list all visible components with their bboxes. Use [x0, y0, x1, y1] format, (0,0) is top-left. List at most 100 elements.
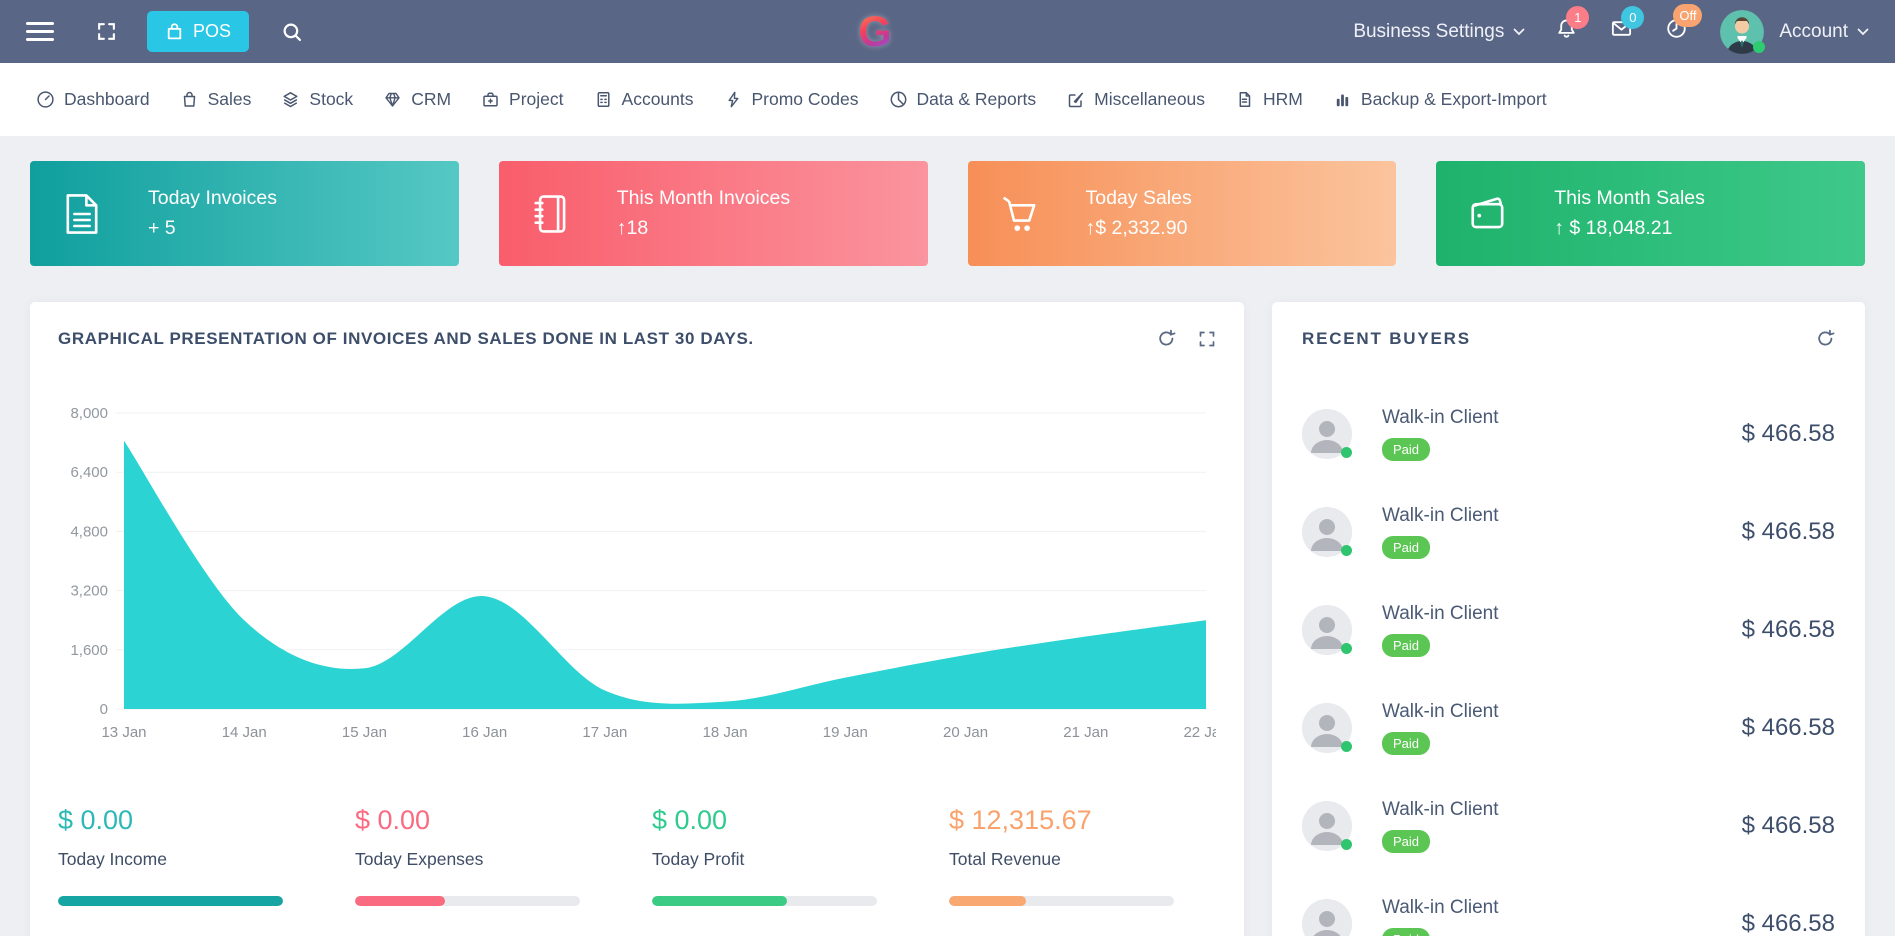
- menu-toggle-button[interactable]: [26, 22, 54, 41]
- progress-track: [355, 896, 580, 906]
- summary-today-expenses: $ 0.00 Today Expenses: [355, 805, 622, 906]
- account-menu[interactable]: Account: [1779, 21, 1869, 43]
- buyer-amount: $ 466.58: [1742, 616, 1835, 644]
- buyer-amount: $ 466.58: [1742, 714, 1835, 742]
- menu-item-accounts[interactable]: Accounts: [594, 89, 694, 110]
- business-settings-menu[interactable]: Business Settings: [1353, 21, 1525, 43]
- pie-chart-icon: [889, 90, 908, 109]
- refresh-icon: [1816, 329, 1835, 348]
- recent-buyers-title: RECENT BUYERS: [1302, 329, 1471, 349]
- buyer-amount: $ 466.58: [1742, 910, 1835, 936]
- layers-icon: [281, 90, 300, 109]
- buyer-name: Walk-in Client: [1382, 897, 1499, 919]
- app-logo[interactable]: G: [853, 8, 897, 56]
- menu-item-data-reports[interactable]: Data & Reports: [889, 89, 1037, 110]
- stat-cards-row: Today Invoices + 5 This Month Invoices ↑…: [30, 161, 1865, 266]
- menu-item-project[interactable]: Project: [481, 89, 563, 110]
- hamburger-icon: [26, 22, 54, 25]
- summary-value: $ 12,315.67: [949, 805, 1216, 836]
- stat-card-title: This Month Invoices: [617, 187, 790, 210]
- svg-text:8,000: 8,000: [70, 405, 108, 422]
- shopping-bag-icon: [165, 22, 184, 41]
- stat-card-month-sales[interactable]: This Month Sales ↑ $ 18,048.21: [1436, 161, 1865, 266]
- menu-item-crm[interactable]: CRM: [383, 89, 451, 110]
- chart-card: GRAPHICAL PRESENTATION OF INVOICES AND S…: [30, 302, 1244, 936]
- clock-button[interactable]: Off: [1665, 17, 1688, 46]
- buyer-row[interactable]: Walk-in ClientPaid$ 466.58: [1302, 483, 1835, 581]
- account-label: Account: [1779, 21, 1848, 43]
- messages-button[interactable]: 0: [1610, 17, 1633, 46]
- wallet-icon: [1464, 190, 1512, 238]
- summary-value: $ 0.00: [652, 805, 919, 836]
- clock-status-badge: Off: [1673, 4, 1702, 27]
- search-icon: [281, 21, 303, 43]
- paid-badge: Paid: [1382, 732, 1430, 755]
- buyer-avatar: [1302, 899, 1352, 936]
- buyer-row[interactable]: Walk-in Client Paid $ 466.58: [1302, 875, 1835, 936]
- svg-text:6,400: 6,400: [70, 464, 108, 481]
- area-chart[interactable]: 01,6003,2004,8006,4008,00013 Jan14 Jan15…: [58, 397, 1216, 769]
- stat-card-value: + 5: [148, 217, 277, 240]
- buyer-avatar: [1302, 801, 1352, 851]
- pos-button-label: POS: [193, 21, 231, 42]
- svg-text:0: 0: [100, 701, 108, 718]
- menu-item-stock[interactable]: Stock: [281, 89, 353, 110]
- menu-item-hrm[interactable]: HRM: [1235, 89, 1303, 110]
- paid-badge: Paid: [1382, 928, 1430, 936]
- stat-card-title: Today Invoices: [148, 187, 277, 210]
- cart-icon: [996, 190, 1044, 238]
- notification-count-badge: 1: [1566, 6, 1589, 29]
- menu-item-backup-export[interactable]: Backup & Export-Import: [1333, 89, 1547, 110]
- expand-icon: [1198, 330, 1216, 348]
- summary-label: Total Revenue: [949, 849, 1216, 870]
- fullscreen-button[interactable]: [96, 21, 117, 42]
- pos-button[interactable]: POS: [147, 11, 249, 52]
- progress-track: [949, 896, 1174, 906]
- summary-stats-row: $ 0.00 Today Income $ 0.00 Today Expense…: [58, 805, 1216, 906]
- progress-track: [652, 896, 877, 906]
- summary-value: $ 0.00: [355, 805, 622, 836]
- fullscreen-icon: [96, 21, 117, 42]
- buyer-row[interactable]: Walk-in ClientPaid$ 466.58: [1302, 777, 1835, 875]
- recent-buyers-card: RECENT BUYERS Walk-in Client Paid $ 466.58…: [1272, 302, 1865, 936]
- person-silhouette-icon: [1302, 899, 1352, 936]
- bar-chart-icon: [1333, 90, 1352, 109]
- buyer-row[interactable]: Walk-in ClientPaid$ 466.58: [1302, 581, 1835, 679]
- paid-badge: Paid: [1382, 438, 1430, 461]
- buyer-amount: $ 466.58: [1742, 518, 1835, 546]
- buyer-status-dot: [1341, 839, 1352, 850]
- progress-fill: [58, 896, 283, 906]
- buyer-name: Walk-in Client: [1382, 799, 1499, 821]
- menu-item-dashboard[interactable]: Dashboard: [36, 89, 150, 110]
- summary-label: Today Profit: [652, 849, 919, 870]
- user-avatar[interactable]: [1720, 10, 1764, 54]
- stat-card-today-sales[interactable]: Today Sales ↑$ 2,332.90: [968, 161, 1397, 266]
- stat-card-month-invoices[interactable]: This Month Invoices ↑18: [499, 161, 928, 266]
- progress-track: [58, 896, 283, 906]
- buyer-status-dot: [1341, 741, 1352, 752]
- buyer-row[interactable]: Walk-in ClientPaid$ 466.58: [1302, 679, 1835, 777]
- chart-expand-button[interactable]: [1198, 330, 1216, 348]
- buyer-status-dot: [1341, 643, 1352, 654]
- chart-title: GRAPHICAL PRESENTATION OF INVOICES AND S…: [58, 329, 754, 349]
- menu-item-promo-codes[interactable]: Promo Codes: [724, 89, 859, 110]
- menu-item-sales[interactable]: Sales: [180, 89, 252, 110]
- notifications-button[interactable]: 1: [1555, 17, 1578, 46]
- svg-text:22 Jan: 22 Jan: [1183, 724, 1216, 741]
- buyer-status-dot: [1341, 447, 1352, 458]
- paid-badge: Paid: [1382, 634, 1430, 657]
- chart-refresh-button[interactable]: [1157, 329, 1176, 348]
- summary-label: Today Expenses: [355, 849, 622, 870]
- search-button[interactable]: [281, 21, 303, 43]
- buyer-amount: $ 466.58: [1742, 812, 1835, 840]
- stat-card-today-invoices[interactable]: Today Invoices + 5: [30, 161, 459, 266]
- notebook-icon: [527, 190, 575, 238]
- buyer-row[interactable]: Walk-in ClientPaid$ 466.58: [1302, 385, 1835, 483]
- menu-item-miscellaneous[interactable]: Miscellaneous: [1066, 89, 1205, 110]
- buyers-refresh-button[interactable]: [1816, 329, 1835, 348]
- progress-fill: [355, 896, 445, 906]
- summary-today-profit: $ 0.00 Today Profit: [652, 805, 919, 906]
- buyer-status-dot: [1341, 545, 1352, 556]
- gauge-icon: [36, 90, 55, 109]
- message-count-badge: 0: [1621, 6, 1644, 29]
